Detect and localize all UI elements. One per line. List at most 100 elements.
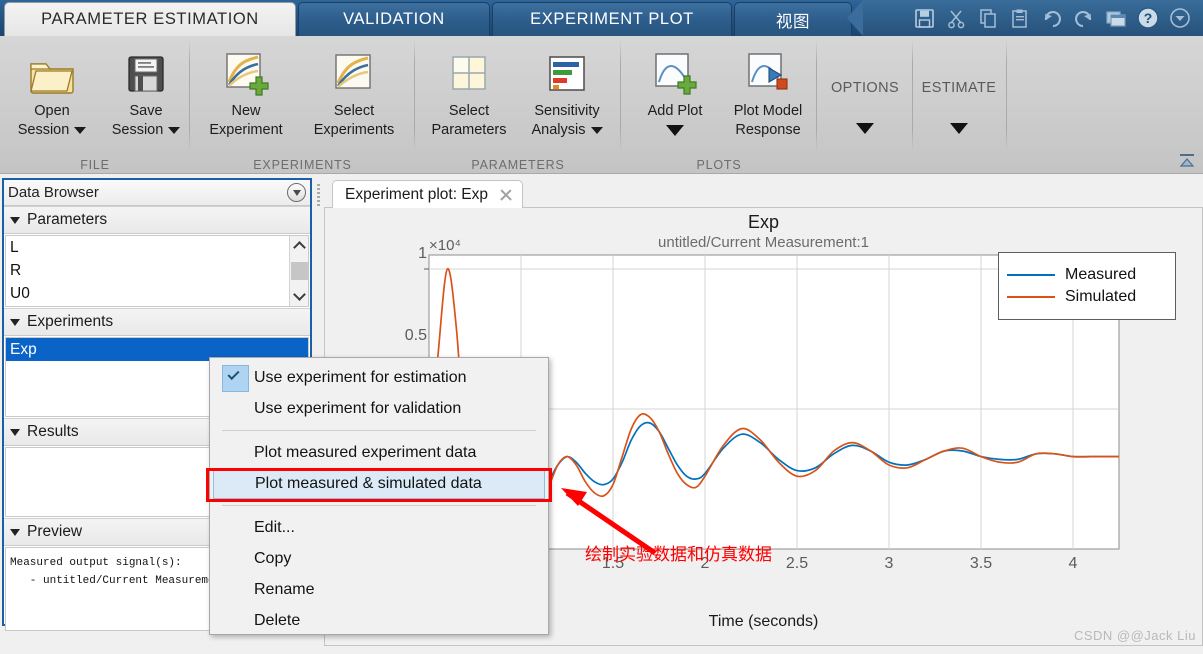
- tab-label: EXPERIMENT PLOT: [530, 10, 694, 28]
- legend-color-swatch: [1007, 295, 1055, 299]
- menu-item[interactable]: Rename: [210, 574, 548, 605]
- panel-options-icon[interactable]: [287, 183, 306, 202]
- section-header-experiments[interactable]: Experiments: [4, 308, 310, 336]
- ribbon-group-experiments: New Experiment Select Experiments: [190, 36, 415, 154]
- redo-icon[interactable]: [1069, 4, 1099, 32]
- parameters-list[interactable]: L R U0: [5, 235, 309, 307]
- tab-view[interactable]: 视图: [734, 2, 852, 36]
- x-tick-label: 3: [884, 555, 894, 572]
- svg-text:?: ?: [1144, 10, 1153, 26]
- parameters-scrollbar[interactable]: [289, 236, 308, 306]
- ribbon-group-options: OPTIONS: [817, 36, 913, 154]
- layout-icon[interactable]: [1101, 4, 1131, 32]
- estimate-button[interactable]: ESTIMATE: [913, 40, 1005, 152]
- select-experiments-button[interactable]: Select Experiments: [298, 40, 410, 152]
- chevron-down-icon[interactable]: [950, 123, 968, 134]
- chevron-down-icon[interactable]: [74, 126, 87, 134]
- section-header-parameters[interactable]: Parameters: [4, 206, 310, 234]
- floppy-disk-icon: [124, 44, 168, 96]
- close-icon[interactable]: [498, 187, 514, 203]
- menu-item[interactable]: Use experiment for validation: [210, 393, 548, 424]
- splitter-grip: [317, 184, 321, 208]
- list-item[interactable]: U0: [6, 282, 308, 305]
- menu-item[interactable]: Plot measured experiment data: [210, 437, 548, 468]
- scroll-up-button[interactable]: [290, 236, 308, 256]
- scroll-down-button[interactable]: [290, 286, 308, 306]
- quick-access-toolbar: ?: [847, 0, 1203, 36]
- menu-item-label: Use experiment for estimation: [254, 368, 467, 386]
- new-experiment-label: New Experiment: [209, 103, 283, 138]
- tab-validation[interactable]: VALIDATION: [298, 2, 490, 36]
- add-plot-icon: [652, 44, 698, 96]
- new-experiment-button[interactable]: New Experiment: [196, 40, 296, 152]
- ribbon-tab-strip: PARAMETER ESTIMATION VALIDATION EXPERIME…: [0, 0, 1203, 36]
- paste-icon[interactable]: [1005, 4, 1035, 32]
- list-item[interactable]: R: [6, 259, 308, 282]
- bar-chart-icon: [545, 44, 589, 96]
- copy-icon[interactable]: [973, 4, 1003, 32]
- x-tick-label: 4: [1068, 555, 1078, 572]
- ribbon-group-label-parameters: PARAMETERS: [471, 158, 565, 172]
- folder-icon: [28, 44, 76, 96]
- select-experiments-label: Select Experiments: [313, 103, 395, 138]
- legend-entry-simulated: Simulated: [1007, 288, 1175, 306]
- save-icon[interactable]: [909, 4, 939, 32]
- grid-parameters-icon: [447, 44, 491, 96]
- plot-model-response-button[interactable]: Plot Model Response: [719, 40, 817, 152]
- tab-label: PARAMETER ESTIMATION: [41, 10, 259, 28]
- menu-item[interactable]: Plot measured & simulated data: [213, 468, 545, 499]
- section-label-results: Results: [27, 423, 79, 440]
- undo-icon[interactable]: [1037, 4, 1067, 32]
- help-icon[interactable]: ?: [1133, 4, 1163, 32]
- add-plot-button[interactable]: Add Plot: [625, 40, 725, 152]
- tab-label: 视图: [775, 12, 811, 31]
- open-session-button[interactable]: Open Session: [2, 40, 102, 152]
- chevron-down-icon[interactable]: [666, 125, 684, 136]
- chevron-down-icon[interactable]: [590, 126, 603, 134]
- sensitivity-analysis-label: Sensitivity Analysis: [532, 102, 603, 140]
- document-tab-experiment-plot[interactable]: Experiment plot: Exp: [332, 180, 524, 209]
- select-experiments-icon: [332, 44, 376, 96]
- ribbon-group-parameters: Select Parameters Sensitivity Analysis: [415, 36, 621, 154]
- save-session-button[interactable]: Save Session: [96, 40, 196, 152]
- chevron-down-icon: [10, 318, 20, 326]
- legend-entry-measured: Measured: [1007, 266, 1175, 284]
- collapse-ribbon-button[interactable]: [1177, 151, 1197, 169]
- ribbon-group-estimate: ESTIMATE: [913, 36, 1007, 154]
- x-tick-label: 2.5: [785, 555, 809, 572]
- legend-label: Simulated: [1065, 288, 1137, 305]
- cut-icon[interactable]: [941, 4, 971, 32]
- ribbon-group-label-plots: PLOTS: [696, 158, 742, 172]
- application-window: PARAMETER ESTIMATION VALIDATION EXPERIME…: [0, 0, 1203, 654]
- menu-item[interactable]: Use experiment for estimation: [210, 362, 548, 393]
- data-browser-title-bar: Data Browser: [4, 180, 310, 206]
- sensitivity-analysis-button[interactable]: Sensitivity Analysis: [515, 40, 619, 152]
- menu-item-label: Use experiment for validation: [254, 399, 462, 417]
- select-parameters-button[interactable]: Select Parameters: [419, 40, 519, 152]
- check-icon: [227, 367, 240, 381]
- chevron-down-icon: [10, 428, 20, 436]
- ribbon-group-file: Open Session Save Session: [0, 36, 190, 154]
- chevron-down-icon: [10, 528, 20, 536]
- tab-experiment-plot[interactable]: EXPERIMENT PLOT: [492, 2, 732, 36]
- section-label-preview: Preview: [27, 523, 83, 540]
- chevron-down-icon[interactable]: [856, 123, 874, 134]
- scrollbar-thumb[interactable]: [291, 262, 308, 280]
- overflow-icon[interactable]: [1165, 4, 1195, 32]
- list-item[interactable]: L: [6, 236, 308, 259]
- menu-item[interactable]: Edit...: [210, 512, 548, 543]
- watermark: CSDN @@Jack Liu: [1073, 628, 1196, 643]
- menu-item[interactable]: Delete: [210, 605, 548, 636]
- save-session-label: Save Session: [112, 102, 181, 140]
- options-button[interactable]: OPTIONS: [819, 40, 911, 152]
- menu-item-label: Copy: [254, 549, 292, 567]
- ribbon-group-label-file: FILE: [80, 158, 110, 172]
- ribbon-toolbar: Open Session Save Session FILE New Exper…: [0, 36, 1203, 174]
- chevron-down-icon[interactable]: [168, 126, 181, 134]
- menu-item-label: Rename: [254, 580, 315, 598]
- menu-item[interactable]: Copy: [210, 543, 548, 574]
- plot-model-response-icon: [745, 44, 791, 96]
- tab-parameter-estimation[interactable]: PARAMETER ESTIMATION: [4, 2, 296, 36]
- document-tab-bar: Experiment plot: Exp: [324, 178, 1203, 209]
- menu-divider: [222, 430, 536, 431]
